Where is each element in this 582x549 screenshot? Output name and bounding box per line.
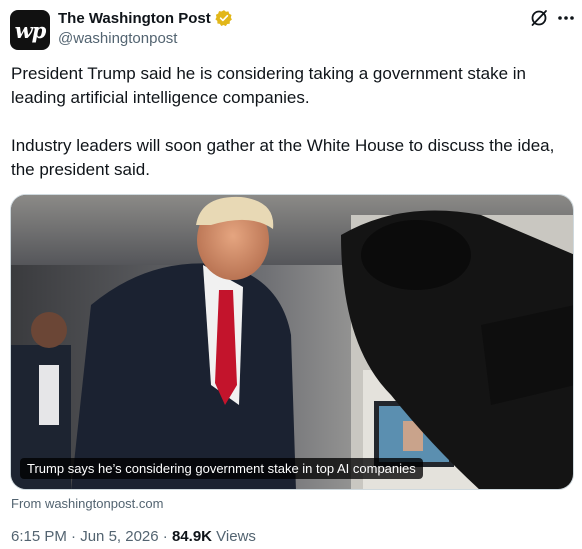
meta-separator: · (71, 528, 77, 545)
link-source[interactable]: From washingtonpost.com (11, 496, 163, 511)
tweet-meta: 6:15 PM · Jun 5, 2026 · 84.9K Views (11, 528, 256, 545)
verified-badge-icon[interactable] (215, 9, 233, 27)
views-label: Views (216, 528, 256, 545)
handle[interactable]: @washingtonpost (58, 30, 177, 47)
tweet-date[interactable]: Jun 5, 2026 (80, 528, 158, 545)
media-caption: Trump says he’s considering government s… (20, 458, 423, 479)
more-icon[interactable] (556, 8, 576, 28)
views-count: 84.9K (171, 528, 212, 545)
tweet-paragraph-2: Industry leaders will soon gather at the… (11, 136, 555, 179)
tweet-text: President Trump said he is considering t… (11, 62, 576, 182)
avatar[interactable]: wp (10, 10, 50, 50)
author-name-row: The Washington Post (58, 9, 233, 27)
tweet-time[interactable]: 6:15 PM (11, 528, 67, 545)
display-name[interactable]: The Washington Post (58, 10, 211, 27)
avatar-logo-text: wp (14, 17, 47, 43)
media-card-image[interactable] (10, 194, 574, 490)
tweet-paragraph-1: President Trump said he is considering t… (11, 64, 526, 107)
grok-icon[interactable] (529, 8, 549, 28)
meta-separator: · (162, 528, 168, 545)
news-photo (11, 195, 573, 489)
